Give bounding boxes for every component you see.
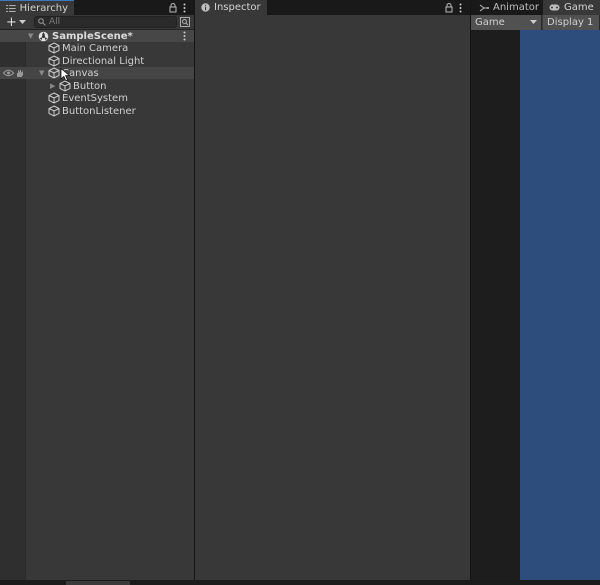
lock-icon[interactable] bbox=[169, 2, 177, 13]
hierarchy-item-label: Main Camera bbox=[62, 42, 129, 54]
scene-row[interactable]: ▼ SampleScene* bbox=[0, 30, 194, 42]
game-view-dropdown[interactable]: Game bbox=[471, 15, 542, 30]
tab-inspector-label: Inspector bbox=[214, 2, 261, 13]
foldout-collapsed-icon[interactable]: ▶ bbox=[50, 82, 55, 90]
hierarchy-item-label: Directional Light bbox=[62, 55, 145, 67]
game-view-dropdown-label: Game bbox=[475, 17, 505, 28]
gameobject-cube-icon bbox=[48, 55, 60, 67]
hierarchy-toolbar: + All bbox=[0, 15, 194, 30]
tab-hierarchy-label: Hierarchy bbox=[19, 2, 68, 14]
list-icon bbox=[6, 4, 16, 12]
hierarchy-item-buttonlistener[interactable]: ButtonListener bbox=[0, 105, 194, 117]
tab-hierarchy[interactable]: Hierarchy bbox=[0, 0, 74, 15]
add-dropdown-button[interactable]: + bbox=[6, 15, 26, 30]
unity-scene-icon bbox=[38, 31, 49, 41]
hierarchy-item-label: EventSystem bbox=[62, 92, 128, 104]
gameobject-cube-icon bbox=[59, 80, 71, 92]
chevron-down-icon bbox=[18, 20, 26, 24]
gameobject-cube-icon bbox=[48, 105, 60, 117]
game-tabstrip: Animator Game bbox=[471, 0, 600, 15]
gameobject-cube-icon bbox=[48, 92, 60, 104]
plus-icon: + bbox=[6, 15, 17, 30]
hierarchy-item-label: Button bbox=[73, 80, 107, 92]
inspector-tab-controls bbox=[445, 0, 462, 15]
gamepad-icon bbox=[549, 4, 560, 11]
bottom-tab-stub[interactable] bbox=[66, 581, 130, 585]
gameobject-cube-icon bbox=[48, 67, 60, 79]
display-dropdown-label: Display 1 bbox=[547, 17, 594, 28]
hierarchy-item-label: ButtonListener bbox=[62, 105, 136, 117]
search-filter-icon[interactable] bbox=[180, 17, 190, 27]
search-placeholder: All bbox=[49, 17, 61, 27]
scene-name: SampleScene* bbox=[52, 30, 133, 42]
pickable-hand-icon[interactable] bbox=[15, 69, 24, 78]
chevron-down-icon bbox=[530, 20, 537, 24]
hierarchy-item-main-camera[interactable]: Main Camera bbox=[0, 42, 194, 54]
foldout-expanded-icon[interactable]: ▼ bbox=[39, 69, 44, 77]
tab-animator[interactable]: Animator bbox=[473, 0, 545, 15]
lock-icon[interactable] bbox=[445, 2, 453, 13]
search-field[interactable]: All bbox=[34, 16, 177, 28]
hierarchy-tabstrip: Hierarchy bbox=[0, 0, 194, 15]
tab-game[interactable]: Game bbox=[543, 0, 600, 15]
game-viewport[interactable] bbox=[520, 30, 600, 580]
animator-icon bbox=[479, 4, 489, 11]
inspector-tabstrip: Inspector bbox=[195, 0, 470, 15]
tab-inspector[interactable]: Inspector bbox=[195, 0, 267, 15]
game-toolbar: Game Display 1 bbox=[471, 15, 600, 30]
tab-animator-label: Animator bbox=[493, 2, 539, 13]
inspector-content bbox=[195, 15, 470, 580]
scene-menu-icon[interactable] bbox=[183, 31, 186, 41]
hierarchy-item-canvas[interactable]: ▼ Canvas bbox=[0, 67, 194, 82]
display-dropdown[interactable]: Display 1 bbox=[543, 15, 600, 30]
hierarchy-tab-controls bbox=[169, 0, 186, 15]
hierarchy-item-eventsystem[interactable]: EventSystem bbox=[0, 92, 194, 104]
inspector-panel: Inspector bbox=[195, 0, 470, 580]
info-icon bbox=[201, 3, 210, 12]
kebab-menu-icon[interactable] bbox=[183, 3, 186, 13]
hierarchy-item-button[interactable]: ▶ Button bbox=[0, 80, 194, 92]
search-icon bbox=[38, 18, 46, 26]
game-panel: Animator Game Game Display 1 bbox=[471, 0, 600, 580]
hierarchy-item-directional-light[interactable]: Directional Light bbox=[0, 55, 194, 67]
foldout-expanded-icon[interactable]: ▼ bbox=[28, 32, 33, 40]
kebab-menu-icon[interactable] bbox=[459, 3, 462, 13]
hierarchy-tree: ▼ SampleScene* Main Camera Directional L… bbox=[0, 30, 194, 580]
hierarchy-panel: Hierarchy + All ▼ SampleScene* Main Came… bbox=[0, 0, 194, 580]
gameobject-cube-icon bbox=[48, 42, 60, 54]
visibility-eye-icon[interactable] bbox=[3, 69, 14, 77]
bottom-status-strip bbox=[0, 580, 600, 585]
tab-game-label: Game bbox=[564, 2, 594, 13]
game-view bbox=[471, 30, 600, 580]
